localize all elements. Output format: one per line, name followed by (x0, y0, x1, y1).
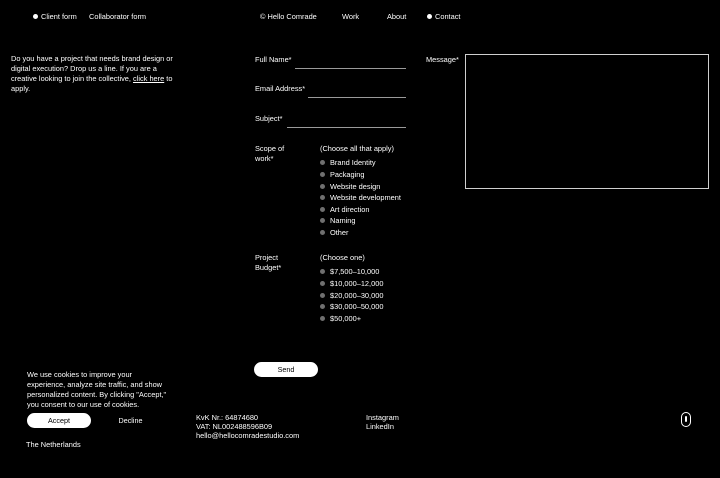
cookie-decline-button[interactable]: Decline (108, 413, 153, 428)
cookie-banner: We use cookies to improve your experienc… (12, 360, 172, 438)
scroll-top-icon[interactable] (681, 412, 691, 427)
budget-option-5[interactable]: $50,000+ (320, 313, 361, 324)
scope-option-website-development[interactable]: Website development (320, 192, 401, 203)
checkbox-icon (320, 172, 325, 177)
radio-icon (320, 269, 325, 274)
nav-about[interactable]: About (387, 12, 406, 22)
scope-hint: (Choose all that apply) (320, 144, 394, 153)
budget-option-3[interactable]: $20,000–30,000 (320, 290, 383, 301)
checkbox-icon (320, 207, 325, 212)
scope-option-other[interactable]: Other (320, 227, 348, 238)
checkbox-icon (320, 160, 325, 165)
footer-email-link[interactable]: hello@hellocomradestudio.com (196, 431, 299, 441)
active-dot-icon (33, 14, 38, 19)
checkbox-icon (320, 230, 325, 235)
intro-text: Do you have a project that needs brand d… (11, 54, 173, 93)
radio-icon (320, 293, 325, 298)
email-input[interactable] (308, 97, 406, 98)
message-textarea[interactable] (465, 54, 709, 189)
checkbox-icon (320, 195, 325, 200)
nav-collaborator-form[interactable]: Collaborator form (89, 12, 146, 22)
radio-icon (320, 281, 325, 286)
subject-label: Subject* (255, 114, 283, 123)
footer-country: The Netherlands (26, 440, 81, 449)
scope-option-packaging[interactable]: Packaging (320, 169, 365, 180)
scope-option-naming[interactable]: Naming (320, 215, 355, 226)
cookie-accept-button[interactable]: Accept (27, 413, 91, 428)
scope-label: Scope of work* (255, 144, 285, 163)
scope-option-brand-identity[interactable]: Brand Identity (320, 157, 376, 168)
apply-link[interactable]: click here (133, 74, 164, 83)
full-name-input[interactable] (295, 68, 406, 69)
nav-client-form[interactable]: Client form (33, 12, 77, 22)
budget-hint: (Choose one) (320, 253, 365, 262)
scope-option-art-direction[interactable]: Art direction (320, 204, 369, 215)
footer-linkedin-link[interactable]: LinkedIn (366, 422, 394, 432)
budget-option-1[interactable]: $7,500–10,000 (320, 266, 379, 277)
subject-input[interactable] (287, 127, 406, 128)
nav-work[interactable]: Work (342, 12, 359, 22)
budget-option-2[interactable]: $10,000–12,000 (320, 278, 383, 289)
budget-label: Project Budget* (255, 253, 282, 272)
checkbox-icon (320, 184, 325, 189)
radio-icon (320, 304, 325, 309)
radio-icon (320, 316, 325, 321)
scope-option-website-design[interactable]: Website design (320, 181, 380, 192)
send-button[interactable]: Send (254, 362, 318, 377)
message-label: Message* (426, 55, 459, 64)
checkbox-icon (320, 218, 325, 223)
brand-logo[interactable]: © Hello Comrade (260, 12, 317, 22)
nav-contact[interactable]: Contact (427, 12, 460, 22)
full-name-label: Full Name* (255, 55, 292, 64)
cookie-text: We use cookies to improve your experienc… (27, 370, 167, 409)
budget-option-4[interactable]: $30,000–50,000 (320, 301, 383, 312)
active-dot-icon (427, 14, 432, 19)
email-label: Email Address* (255, 84, 306, 93)
